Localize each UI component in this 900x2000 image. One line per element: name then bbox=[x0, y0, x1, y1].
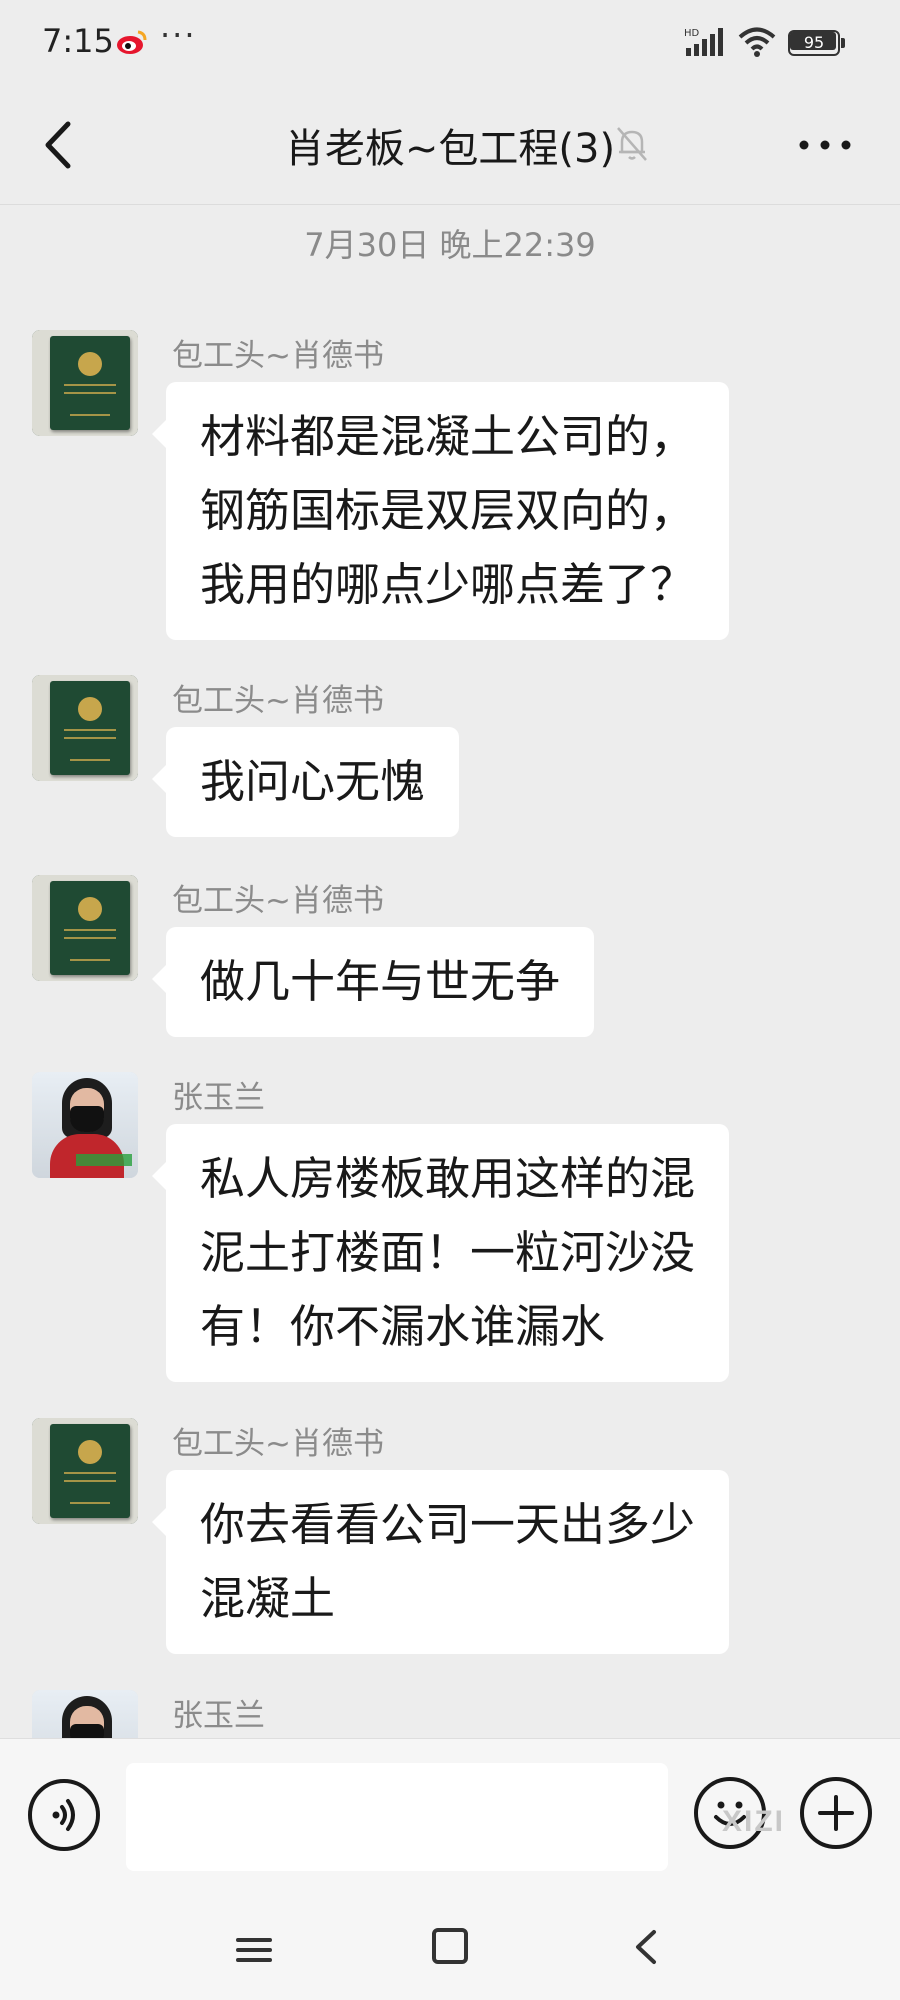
battery-level: 95 bbox=[803, 33, 825, 52]
sender-name: 张玉兰 bbox=[172, 1698, 265, 1734]
voice-icon bbox=[52, 1799, 75, 1831]
message-text-line: 钢筋国标是双层双向的， bbox=[200, 484, 696, 537]
chat-header: 肖老板~包工程(3) bbox=[0, 90, 900, 205]
message-bubble[interactable]: 我问心无愧 bbox=[151, 727, 460, 837]
passport-image bbox=[50, 1424, 130, 1518]
message-bubble[interactable]: 做几十年与世无争 bbox=[151, 927, 595, 1037]
network-label: HD bbox=[684, 28, 700, 39]
voice-button[interactable] bbox=[28, 1779, 100, 1851]
avatar[interactable] bbox=[32, 875, 138, 981]
bell-off-icon bbox=[617, 127, 647, 161]
message-text-line: 有！你不漏水谁漏水 bbox=[200, 1300, 606, 1353]
message-bubble[interactable]: 私人房楼板敢用这样的混 泥土打楼面！一粒河沙没 有！你不漏水谁漏水 bbox=[151, 1124, 730, 1382]
message-text-line: 我问心无愧 bbox=[200, 755, 426, 808]
message-text-line: 混凝土 bbox=[200, 1572, 336, 1625]
chat-title: 肖老板~包工程(3) bbox=[284, 126, 616, 172]
signal-icon: HD bbox=[684, 28, 723, 56]
add-button[interactable] bbox=[800, 1777, 872, 1849]
passport-image bbox=[50, 336, 130, 430]
sender-name: 包工头~肖德书 bbox=[172, 338, 384, 374]
wifi-icon bbox=[738, 27, 776, 57]
avatar[interactable] bbox=[32, 330, 138, 436]
avatar[interactable] bbox=[32, 1418, 138, 1524]
system-nav-bar bbox=[0, 1900, 900, 2000]
message-text-line: 我用的哪点少哪点差了？ bbox=[200, 558, 696, 611]
home-icon[interactable] bbox=[432, 1928, 468, 1964]
sender-name: 张玉兰 bbox=[172, 1080, 265, 1116]
message-text-line: 材料都是混凝土公司的， bbox=[200, 410, 696, 463]
message-text-line: 私人房楼板敢用这样的混 bbox=[200, 1152, 696, 1205]
sender-name: 包工头~肖德书 bbox=[172, 683, 384, 719]
status-bar: 7:15 ··· HD 95 bbox=[0, 0, 900, 90]
status-time: 7:15 bbox=[42, 22, 114, 60]
message-bubble[interactable]: 你去看看公司一天出多少 混凝土 bbox=[151, 1470, 730, 1654]
status-more-icon: ··· bbox=[160, 16, 197, 54]
system-back-icon[interactable] bbox=[626, 1922, 666, 1972]
message-text-line: 你去看看公司一天出多少 bbox=[200, 1498, 696, 1551]
battery-icon: 95 bbox=[788, 30, 846, 56]
message-text-line: 泥土打楼面！一粒河沙没 bbox=[200, 1226, 696, 1279]
passport-image bbox=[50, 681, 130, 775]
message-input[interactable] bbox=[126, 1763, 668, 1871]
avatar[interactable] bbox=[32, 675, 138, 781]
chat-timestamp: 7月30日 晚上22:39 bbox=[304, 226, 596, 264]
more-button[interactable] bbox=[790, 120, 860, 170]
passport-image bbox=[50, 881, 130, 975]
avatar[interactable] bbox=[32, 1072, 138, 1178]
watermark: XIZI bbox=[722, 1805, 786, 1838]
menu-icon[interactable] bbox=[232, 1930, 276, 1970]
plus-circle-icon bbox=[818, 1795, 854, 1831]
input-bar: XIZI bbox=[0, 1738, 900, 1900]
weibo-icon bbox=[117, 30, 147, 54]
more-horizontal-icon bbox=[799, 140, 851, 150]
message-text-line: 做几十年与世无争 bbox=[200, 955, 561, 1008]
sender-name: 包工头~肖德书 bbox=[172, 883, 384, 919]
sender-name: 包工头~肖德书 bbox=[172, 1426, 384, 1462]
message-bubble[interactable]: 材料都是混凝土公司的， 钢筋国标是双层双向的， 我用的哪点少哪点差了？ bbox=[151, 382, 730, 640]
